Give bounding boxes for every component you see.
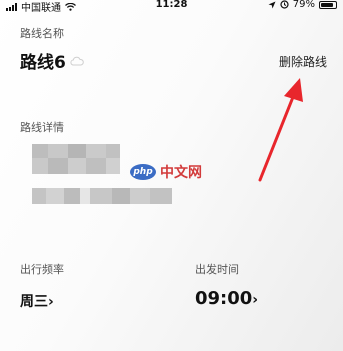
annotation-arrow-icon: [258, 78, 303, 182]
watermark-text: 中文网: [160, 165, 202, 181]
battery-percent: 79%: [292, 0, 315, 10]
battery-icon: [319, 0, 337, 9]
chevron-right-icon: ›: [252, 292, 259, 308]
delete-route-button[interactable]: 删除路线: [279, 53, 327, 70]
frequency-label: 出行频率: [20, 263, 64, 276]
watermark-logo: php: [130, 164, 156, 180]
depart-time-label: 出发时间: [195, 263, 239, 276]
status-bar: 中国联通 11:28 79%: [0, 0, 343, 14]
route-details-label: 路线详情: [20, 121, 64, 134]
frequency-selector[interactable]: 周三›: [20, 291, 54, 311]
frequency-value: 周三: [20, 294, 48, 310]
route-detail-line-2: [32, 188, 172, 204]
chevron-right-icon: ›: [48, 294, 54, 310]
route-detail-line-1: [32, 144, 120, 174]
route-name-value: 路线6: [20, 53, 66, 73]
depart-time-selector[interactable]: 09:00›: [195, 288, 258, 309]
status-right: 79%: [268, 0, 337, 10]
cloud-icon: [70, 56, 84, 65]
alarm-icon: [280, 0, 289, 9]
route-name-label: 路线名称: [20, 27, 64, 40]
location-arrow-icon: [268, 1, 276, 8]
watermark: php 中文网: [130, 162, 202, 182]
route-name[interactable]: 路线6: [20, 48, 84, 73]
depart-time-value: 09:00: [195, 288, 253, 309]
